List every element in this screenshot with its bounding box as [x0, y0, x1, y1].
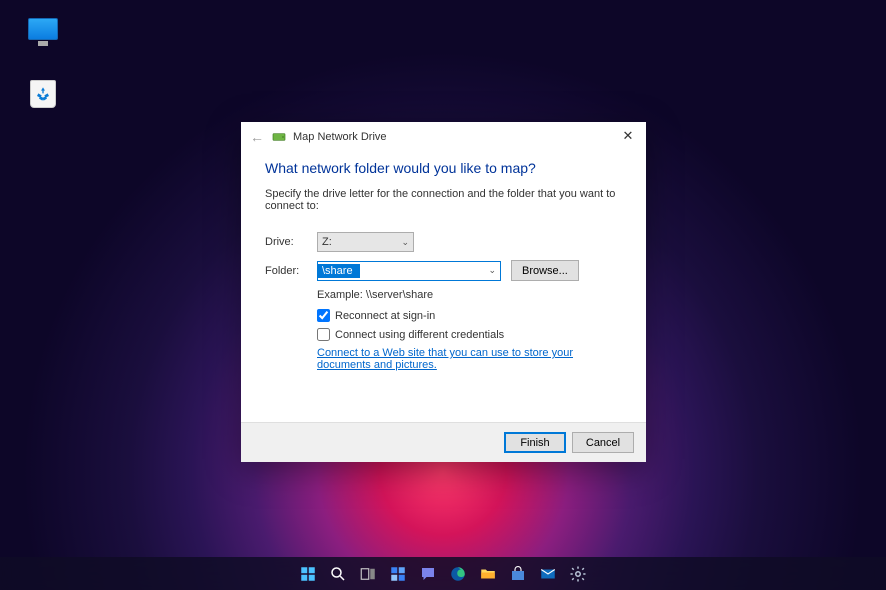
start-icon: [299, 565, 317, 583]
drive-row: Drive: Z: ⌄: [265, 232, 622, 252]
taskbar-edge[interactable]: [445, 560, 472, 587]
credentials-checkbox[interactable]: [317, 328, 330, 341]
taskbar-store[interactable]: [505, 560, 532, 587]
reconnect-checkbox-row[interactable]: Reconnect at sign-in: [317, 309, 622, 322]
chevron-down-icon[interactable]: ⌄: [484, 265, 500, 276]
back-button: ←: [247, 127, 267, 147]
drive-value: Z:: [322, 236, 332, 248]
folder-row: Folder: \share ⌄ Browse...: [265, 260, 622, 281]
task-view-icon: [359, 565, 377, 583]
taskbar: [0, 557, 886, 590]
folder-combobox[interactable]: \share ⌄: [317, 261, 501, 281]
mail-icon: [539, 565, 557, 583]
gear-icon: [569, 565, 587, 583]
folder-input[interactable]: \share: [318, 264, 360, 278]
chat-icon: [419, 565, 437, 583]
close-button[interactable]: ✕: [614, 126, 642, 146]
web-storage-link[interactable]: Connect to a Web site that you can use t…: [317, 347, 622, 371]
credentials-checkbox-row[interactable]: Connect using different credentials: [317, 328, 622, 341]
taskbar-mail[interactable]: [535, 560, 562, 587]
browse-button[interactable]: Browse...: [511, 260, 579, 281]
credentials-label: Connect using different credentials: [335, 329, 504, 341]
taskbar-settings[interactable]: [565, 560, 592, 587]
widgets-icon: [389, 565, 407, 583]
drive-label: Drive:: [265, 236, 317, 248]
store-icon: [509, 565, 527, 583]
dialog-footer: Finish Cancel: [241, 422, 646, 462]
dialog-instruction: Specify the drive letter for the connect…: [265, 188, 622, 212]
recycle-icon: [35, 86, 51, 102]
taskbar-task-view[interactable]: [355, 560, 382, 587]
chevron-down-icon: ⌄: [401, 237, 409, 248]
reconnect-label: Reconnect at sign-in: [335, 310, 435, 322]
folder-icon: [479, 565, 497, 583]
dialog-titlebar: ← Map Network Drive ✕: [241, 122, 646, 152]
edge-icon: [449, 565, 467, 583]
taskbar-start[interactable]: [295, 560, 322, 587]
dialog-title: Map Network Drive: [293, 131, 387, 143]
folder-example: Example: \\server\share: [317, 289, 622, 301]
taskbar-chat[interactable]: [415, 560, 442, 587]
taskbar-file-explorer[interactable]: [475, 560, 502, 587]
reconnect-checkbox[interactable]: [317, 309, 330, 322]
dialog-heading: What network folder would you like to ma…: [265, 160, 622, 176]
map-network-drive-dialog: ← Map Network Drive ✕ What network folde…: [241, 122, 646, 462]
cancel-button[interactable]: Cancel: [572, 432, 634, 453]
desktop-icon-recycle-bin[interactable]: [15, 80, 71, 108]
desktop-icon-this-pc[interactable]: [15, 18, 71, 40]
network-drive-icon: [271, 129, 287, 145]
finish-button[interactable]: Finish: [504, 432, 566, 453]
drive-select[interactable]: Z: ⌄: [317, 232, 414, 252]
search-icon: [329, 565, 347, 583]
taskbar-search[interactable]: [325, 560, 352, 587]
folder-label: Folder:: [265, 265, 317, 277]
dialog-body: What network folder would you like to ma…: [241, 152, 646, 422]
taskbar-widgets[interactable]: [385, 560, 412, 587]
